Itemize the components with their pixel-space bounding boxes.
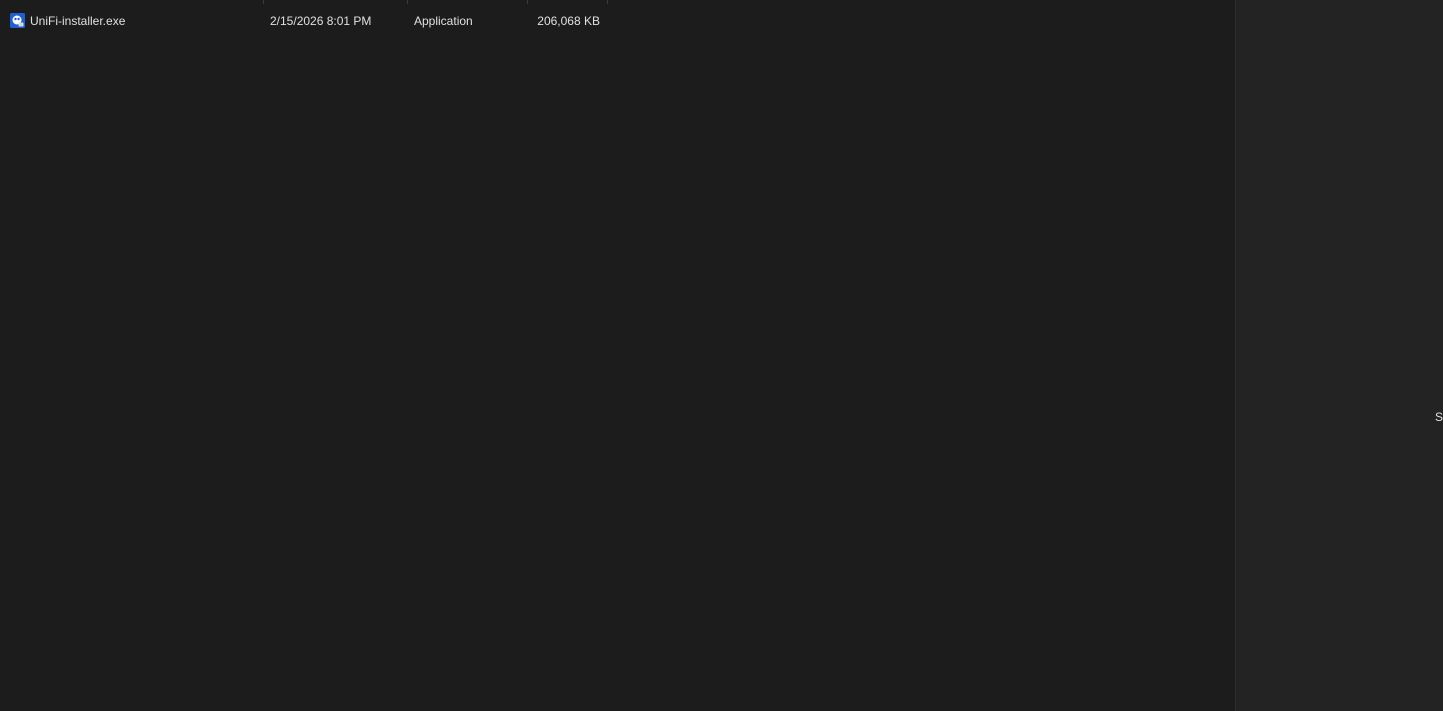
installer-app-icon (10, 13, 25, 28)
file-name: UniFi-installer.exe (30, 14, 126, 28)
details-pane: Se (1235, 0, 1443, 711)
file-row[interactable]: UniFi-installer.exe 2/15/2026 8:01 PM Ap… (0, 10, 620, 32)
column-divider-type-size[interactable] (527, 0, 528, 4)
column-divider-name-date[interactable] (263, 0, 264, 4)
details-pane-hint: Se (1435, 410, 1443, 424)
file-date-modified: 2/15/2026 8:01 PM (270, 14, 372, 28)
column-divider-size-end[interactable] (607, 0, 608, 4)
column-header-dividers (0, 0, 1235, 4)
file-explorer-window: UniFi-installer.exe 2/15/2026 8:01 PM Ap… (0, 0, 1443, 711)
file-type: Application (414, 14, 473, 28)
file-size: 206,068 KB (537, 14, 600, 28)
file-list-pane[interactable]: UniFi-installer.exe 2/15/2026 8:01 PM Ap… (0, 0, 1235, 711)
column-divider-date-type[interactable] (407, 0, 408, 4)
